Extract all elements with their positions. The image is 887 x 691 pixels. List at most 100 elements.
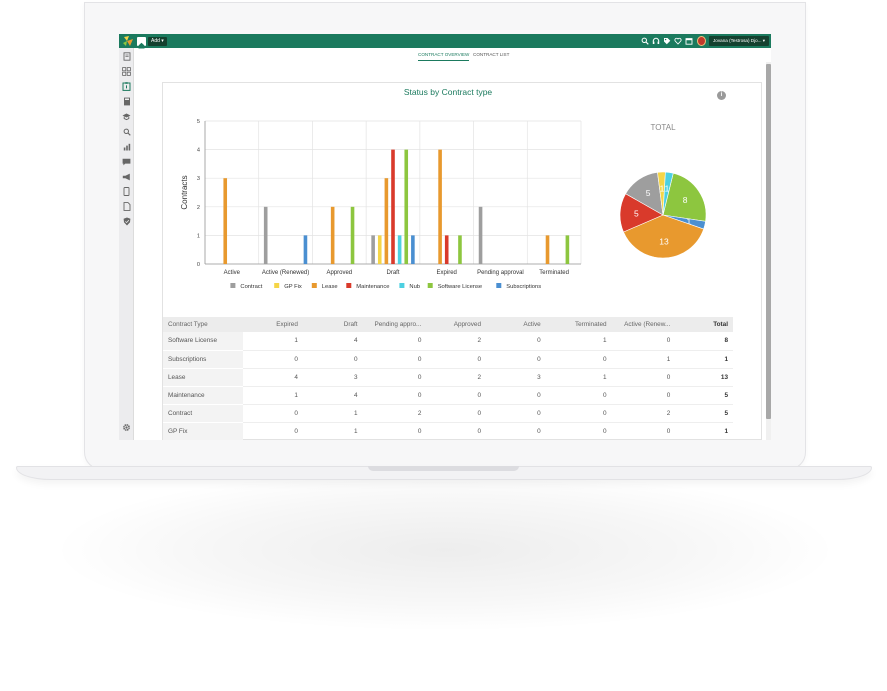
table-row[interactable]: Software License 1 4 0 2 0 1 0 8: [163, 332, 733, 351]
column-header-active-renew[interactable]: Active (Renew...: [611, 317, 676, 332]
app-screen: Add ▾ Jovana (Testrosa) Djo... ▾ CONTRAC…: [119, 34, 771, 440]
table-cell: 0: [611, 422, 676, 440]
bar-software-license-approved[interactable]: [350, 206, 355, 264]
bar-gp-fix-draft[interactable]: [377, 235, 382, 264]
calculator-icon[interactable]: [122, 97, 131, 106]
shield-icon[interactable]: [122, 217, 131, 226]
chat-icon[interactable]: [122, 157, 131, 166]
calendar-icon[interactable]: [684, 36, 693, 46]
bar-nub-draft[interactable]: [397, 235, 402, 264]
row-label-cell: Subscriptions: [163, 350, 244, 369]
bar-contract-active-renewed[interactable]: [263, 206, 268, 264]
table-cell: 4: [243, 368, 303, 387]
bar-lease-terminated[interactable]: [545, 235, 550, 264]
legend-swatch-subscriptions: [496, 283, 502, 288]
table-row[interactable]: Contract 0 1 2 0 0 0 2 5: [163, 404, 733, 423]
scrollbar-thumb[interactable]: [766, 64, 771, 419]
dashboard-icon[interactable]: [122, 67, 131, 76]
y-tick-label: 3: [197, 176, 200, 182]
table-cell: 3: [302, 368, 363, 387]
table-cell: 0: [611, 386, 676, 405]
avatar[interactable]: [697, 36, 706, 46]
table-cell: 0: [243, 404, 303, 423]
legend-swatch-contract: [230, 283, 236, 288]
table-cell: 1: [611, 350, 676, 369]
table-row[interactable]: Maintenance 1 4 0 0 0 0 0 5: [163, 386, 733, 405]
megaphone-icon[interactable]: [122, 172, 131, 181]
table-cell: 1: [302, 422, 363, 440]
table-row[interactable]: GP Fix 0 1 0 0 0 0 0 1: [163, 422, 733, 440]
legend-label-nub[interactable]: Nub: [409, 284, 420, 290]
legend-label-contract[interactable]: Contract: [240, 284, 262, 290]
total-cell: 13: [675, 368, 733, 387]
table-row[interactable]: Subscriptions 0 0 0 0 0 0 1 1: [163, 350, 733, 369]
table-cell: 0: [426, 386, 487, 405]
bar-software-license-expired[interactable]: [458, 235, 462, 264]
pie-label-software-license: 8: [683, 195, 688, 205]
tab-contract-overview[interactable]: CONTRACT OVERVIEW: [418, 51, 470, 61]
search-icon[interactable]: [122, 127, 131, 136]
x-tick-label: Terminated: [539, 270, 569, 276]
bar-lease-active[interactable]: [223, 178, 228, 264]
search-icon[interactable]: [640, 36, 649, 46]
mobile-icon[interactable]: [122, 187, 131, 196]
column-header-contract-type[interactable]: Contract Type: [163, 317, 244, 332]
table-cell: 4: [302, 386, 363, 405]
y-axis-label: Contracts: [180, 175, 189, 209]
bar-software-license-terminated[interactable]: [565, 235, 570, 264]
bar-lease-draft[interactable]: [384, 178, 389, 264]
headset-icon[interactable]: [651, 36, 660, 46]
bar-lease-expired[interactable]: [438, 149, 442, 264]
column-header-terminated[interactable]: Terminated: [545, 317, 612, 332]
bar-software-license-draft[interactable]: [404, 149, 409, 264]
bar-contract-draft[interactable]: [371, 235, 375, 264]
user-menu-button[interactable]: Jovana (Testrosa) Djo... ▾: [709, 36, 769, 46]
y-tick-label: 5: [197, 119, 200, 125]
bar-lease-approved[interactable]: [330, 206, 335, 264]
add-button[interactable]: Add ▾: [148, 37, 167, 46]
table-cell: 0: [362, 332, 427, 351]
heart-icon[interactable]: [673, 36, 682, 46]
column-header-approved[interactable]: Approved: [426, 317, 487, 332]
home-button[interactable]: [137, 37, 146, 49]
column-header-expired[interactable]: Expired: [243, 317, 303, 332]
bar-maintenance-draft[interactable]: [391, 149, 395, 264]
bar-subscriptions-draft[interactable]: [411, 235, 415, 264]
bar-subscriptions-active-renewed[interactable]: [303, 235, 308, 264]
column-header-draft[interactable]: Draft: [302, 317, 363, 332]
bar-maintenance-expired[interactable]: [444, 235, 449, 264]
app-logo[interactable]: [122, 35, 135, 47]
gear-icon[interactable]: [122, 423, 131, 432]
table-cell: 1: [545, 368, 612, 387]
legend-label-lease[interactable]: Lease: [322, 284, 338, 290]
table-row[interactable]: Lease 4 3 0 2 3 1 0 13: [163, 368, 733, 387]
info-icon[interactable]: i: [717, 91, 726, 100]
legend-label-software-license[interactable]: Software License: [438, 284, 482, 290]
x-tick-label: Draft: [386, 270, 399, 276]
legend-label-gp-fix[interactable]: GP Fix: [284, 284, 302, 290]
table-cell: 0: [545, 386, 612, 405]
contract-icon[interactable]: [122, 82, 131, 91]
total-cell: 5: [675, 386, 733, 405]
table-header-row: Contract Type Expired Draft Pending appro..…: [163, 317, 733, 332]
column-header-pending-appro[interactable]: Pending appro...: [362, 317, 427, 332]
bar-chart-icon[interactable]: [122, 142, 131, 151]
table-cell: 0: [486, 350, 546, 369]
y-tick-label: 0: [197, 262, 200, 268]
chart-title: Status by Contract type: [403, 87, 493, 97]
file-icon[interactable]: [122, 202, 131, 211]
table-cell: 0: [243, 422, 303, 440]
column-header-active[interactable]: Active: [486, 317, 546, 332]
tab-contract-list[interactable]: CONTRACT LIST: [473, 51, 509, 61]
column-header-total[interactable]: Total: [675, 317, 733, 332]
table-cell: 0: [426, 422, 487, 440]
top-icons: [640, 36, 693, 46]
document-icon[interactable]: [122, 52, 131, 61]
pie-label-maintenance: 5: [634, 209, 639, 219]
education-icon[interactable]: [122, 112, 131, 121]
tag-icon[interactable]: [662, 36, 671, 46]
y-tick-label: 4: [197, 148, 200, 154]
legend-label-maintenance[interactable]: Maintenance: [356, 284, 389, 290]
bar-contract-pending-approval[interactable]: [478, 206, 483, 264]
legend-label-subscriptions[interactable]: Subscriptions: [506, 284, 541, 290]
